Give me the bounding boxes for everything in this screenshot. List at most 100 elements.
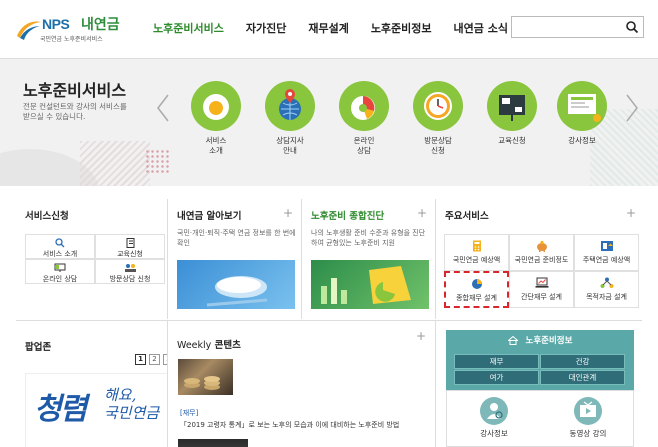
cell-label: 간단재무 설계 — [521, 293, 562, 301]
service-circle — [413, 81, 463, 131]
plus-icon[interactable]: + — [417, 206, 427, 220]
chevron-right-icon[interactable] — [625, 93, 639, 123]
service-housing-estimate[interactable]: 주택연금 예상액 — [574, 234, 639, 271]
service-circle — [487, 81, 537, 131]
plus-icon[interactable]: + — [626, 206, 636, 220]
hero-description: 전문 컨설턴트와 강사의 서비스를 받으실 수 있습니다. — [23, 102, 127, 121]
plus-icon[interactable]: + — [283, 206, 293, 220]
service-request-intro[interactable]: 서비스 소개 — [25, 234, 95, 259]
service-label: 방문상담 신청 — [424, 136, 452, 155]
pie-chart-icon — [471, 279, 482, 289]
popup-page-2[interactable]: 2 — [149, 354, 160, 365]
service-request-education[interactable]: 교육신청 — [95, 234, 165, 259]
service-nps-readiness[interactable]: 국민연금 준비정도 — [509, 234, 574, 271]
video-tv-icon — [580, 401, 596, 417]
hero-dots — [145, 149, 169, 173]
cell-label: 서비스 소개 — [42, 250, 78, 258]
service-request-visit[interactable]: 방문상담 신청 — [95, 259, 165, 284]
weekly-title[interactable]: Weekly 콘텐츠 — [177, 337, 241, 351]
nav-retirement-info[interactable]: 노후준비정보 — [371, 20, 432, 40]
nav-self-diagnosis[interactable]: 자가진단 — [246, 20, 286, 40]
video-lecture-button[interactable]: 동영상 강의 — [541, 391, 635, 447]
service-target-fund[interactable]: 목적자금 설계 — [574, 271, 639, 308]
magnifier-icon — [55, 238, 65, 248]
service-nps-estimate[interactable]: 국민연금 예상액 — [444, 234, 509, 271]
pension-know-title[interactable]: 내연금 알아보기 — [177, 208, 242, 222]
globe-pin-icon — [279, 89, 301, 120]
header: NPS 내연금 국민연금 노후준비서비스 노후준비서비스 자가진단 재무설계 노… — [0, 0, 658, 58]
service-item-online[interactable]: 온라인 상담 — [334, 81, 394, 156]
service-comprehensive-financial[interactable]: 종합재무 설계 — [444, 271, 509, 308]
diagnosis-desc: 나의 노후생활 준비 수준과 유형을 진단하여 균형있는 노후준비 지원 — [311, 229, 426, 247]
logo[interactable]: NPS 내연금 국민연금 노후준비서비스 — [14, 12, 134, 46]
info-link-leisure[interactable]: 여가 — [454, 370, 539, 385]
service-request-card: 서비스신청 서비스 소개 교육신청 온라인 상담 방문상담 신청 — [16, 199, 167, 319]
service-item-education[interactable]: 교육신청 — [482, 81, 542, 146]
service-item-instructor[interactable]: 강사정보 — [552, 81, 612, 146]
people-icon — [125, 264, 136, 272]
info-link-finance[interactable]: 재무 — [454, 354, 539, 369]
clock-icon — [424, 92, 452, 120]
pension-know-card[interactable]: 내연금 알아보기 + 국민·개인·퇴직·주택 연금 정보를 한 번에 확인 — [167, 199, 302, 319]
presentation-board-icon — [499, 95, 525, 121]
network-icon — [600, 277, 613, 288]
service-request-online[interactable]: 온라인 상담 — [25, 259, 95, 284]
cell-label: 온라인 상담 — [42, 275, 78, 283]
popup-zone-card: 팝업존 1 2 3 청렴 해요, 국민연금 — [16, 321, 174, 447]
service-label: 강사정보 — [568, 136, 596, 145]
pension-know-image — [177, 260, 295, 309]
logo-brand: 내연금 — [81, 17, 120, 33]
instructor-info-button[interactable]: 강사정보 — [447, 391, 541, 447]
service-circle — [557, 81, 607, 131]
monitor-icon — [54, 263, 66, 272]
retirement-info-title: 노후준비정보 — [525, 336, 573, 346]
plus-icon[interactable]: + — [416, 329, 426, 343]
service-circle — [339, 81, 389, 131]
search-box — [511, 16, 644, 38]
video-round — [574, 397, 602, 425]
banner-headline: 청렴 — [34, 392, 87, 427]
logo-subtitle: 국민연금 노후준비서비스 — [40, 36, 103, 43]
diagnosis-card[interactable]: 노후준비 종합진단 + 나의 노후생활 준비 수준과 유형을 진단하여 균형있는… — [302, 199, 436, 319]
weekly-title-prefix: Weekly — [177, 340, 212, 351]
service-item-branch[interactable]: 상담지사 안내 — [260, 81, 320, 156]
popup-page-1[interactable]: 1 — [135, 354, 146, 365]
mouse-icon — [206, 276, 268, 307]
info-link-health[interactable]: 건강 — [540, 354, 625, 369]
egg-icon — [203, 94, 229, 120]
chevron-left-icon[interactable] — [156, 93, 170, 123]
video-label: 동영상 강의 — [569, 429, 607, 438]
service-request-title[interactable]: 서비스신청 — [25, 208, 69, 222]
search-input[interactable] — [512, 17, 622, 37]
diagnosis-image — [311, 260, 429, 309]
pie-chart-icon — [351, 96, 375, 120]
cell-label: 교육신청 — [117, 250, 143, 258]
notebook-icon — [126, 238, 135, 248]
info-link-relationships[interactable]: 대인관계 — [540, 370, 625, 385]
retirement-info-header[interactable]: 노후준비정보 — [446, 330, 634, 352]
banner-tagline: 해요, 국민연금 — [104, 386, 160, 422]
search-icon[interactable] — [625, 20, 639, 34]
coins-image-icon — [184, 376, 220, 390]
book-house-icon — [600, 241, 613, 251]
service-item-visit[interactable]: 방문상담 신청 — [408, 81, 468, 156]
cell-label: 목적자금 설계 — [586, 293, 627, 301]
weekly-thumbnail[interactable] — [178, 359, 233, 395]
service-simple-financial[interactable]: 간단재무 설계 — [509, 271, 574, 308]
instructor-label: 강사정보 — [480, 429, 508, 438]
instructor-round — [480, 397, 508, 425]
popup-banner[interactable]: 청렴 해요, 국민연금 — [25, 373, 173, 447]
hero-title: 노후준비서비스 — [23, 81, 127, 100]
nav-retirement-service[interactable]: 노후준비서비스 — [153, 20, 224, 40]
weekly-thumbnail-second[interactable] — [178, 439, 248, 447]
diagnosis-title[interactable]: 노후준비 종합진단 — [311, 208, 384, 222]
cell-label: 국민연금 예상액 — [452, 256, 501, 264]
nav-financial-planning[interactable]: 재무설계 — [308, 20, 348, 40]
nav-pension-news[interactable]: 내연금 소식 — [454, 20, 508, 40]
main-services-title[interactable]: 주요서비스 — [445, 208, 489, 222]
service-item-intro[interactable]: 서비스 소개 — [186, 81, 246, 156]
cell-label: 주택연금 예상액 — [582, 256, 631, 264]
service-circle — [191, 81, 241, 131]
weekly-article-link[interactable]: 「2019 고령자 통계」로 보는 노후의 모습과 이에 대비하는 노후준비 방… — [180, 420, 399, 430]
hero-section: 노후준비서비스 전문 컨설턴트와 강사의 서비스를 받으실 수 있습니다. 서비… — [0, 59, 658, 186]
